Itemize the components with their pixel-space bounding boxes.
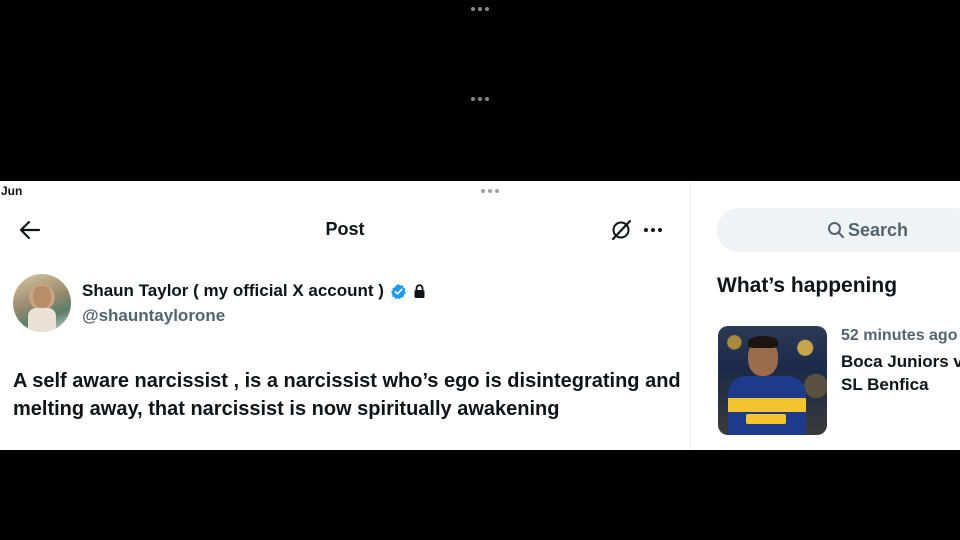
sidebar: Search What’s happening 52 minutes ago B… (691, 181, 960, 450)
more-options-icon[interactable] (644, 228, 662, 232)
grok-icon[interactable] (609, 218, 633, 242)
lock-icon (414, 284, 425, 298)
trend-title[interactable]: Boca Juniors v SL Benfica (841, 350, 960, 396)
post-header: Post (0, 211, 690, 249)
avatar[interactable] (13, 274, 71, 332)
verified-badge-icon[interactable] (390, 283, 407, 300)
search-icon (828, 222, 845, 239)
author-handle[interactable]: @shauntaylorone (82, 306, 225, 326)
app-window: Jun Post Shaun Taylor ( my official X ac… (0, 181, 960, 450)
section-title: What’s happening (717, 274, 898, 297)
post-column: Post Shaun Taylor ( my official X accoun… (0, 181, 691, 450)
author-name-row: Shaun Taylor ( my official X account ) (82, 281, 426, 301)
multitask-dots-top[interactable] (471, 7, 489, 11)
trend-image[interactable] (718, 326, 827, 435)
multitask-dots-middle[interactable] (471, 97, 489, 101)
search-placeholder: Search (848, 220, 909, 240)
author-display-name[interactable]: Shaun Taylor ( my official X account ) (82, 281, 384, 301)
post-text: A self aware narcissist , is a narcissis… (13, 370, 681, 420)
page-title: Post (325, 219, 365, 239)
search-input[interactable]: Search (717, 208, 960, 252)
trend-timestamp: 52 minutes ago (841, 327, 958, 344)
